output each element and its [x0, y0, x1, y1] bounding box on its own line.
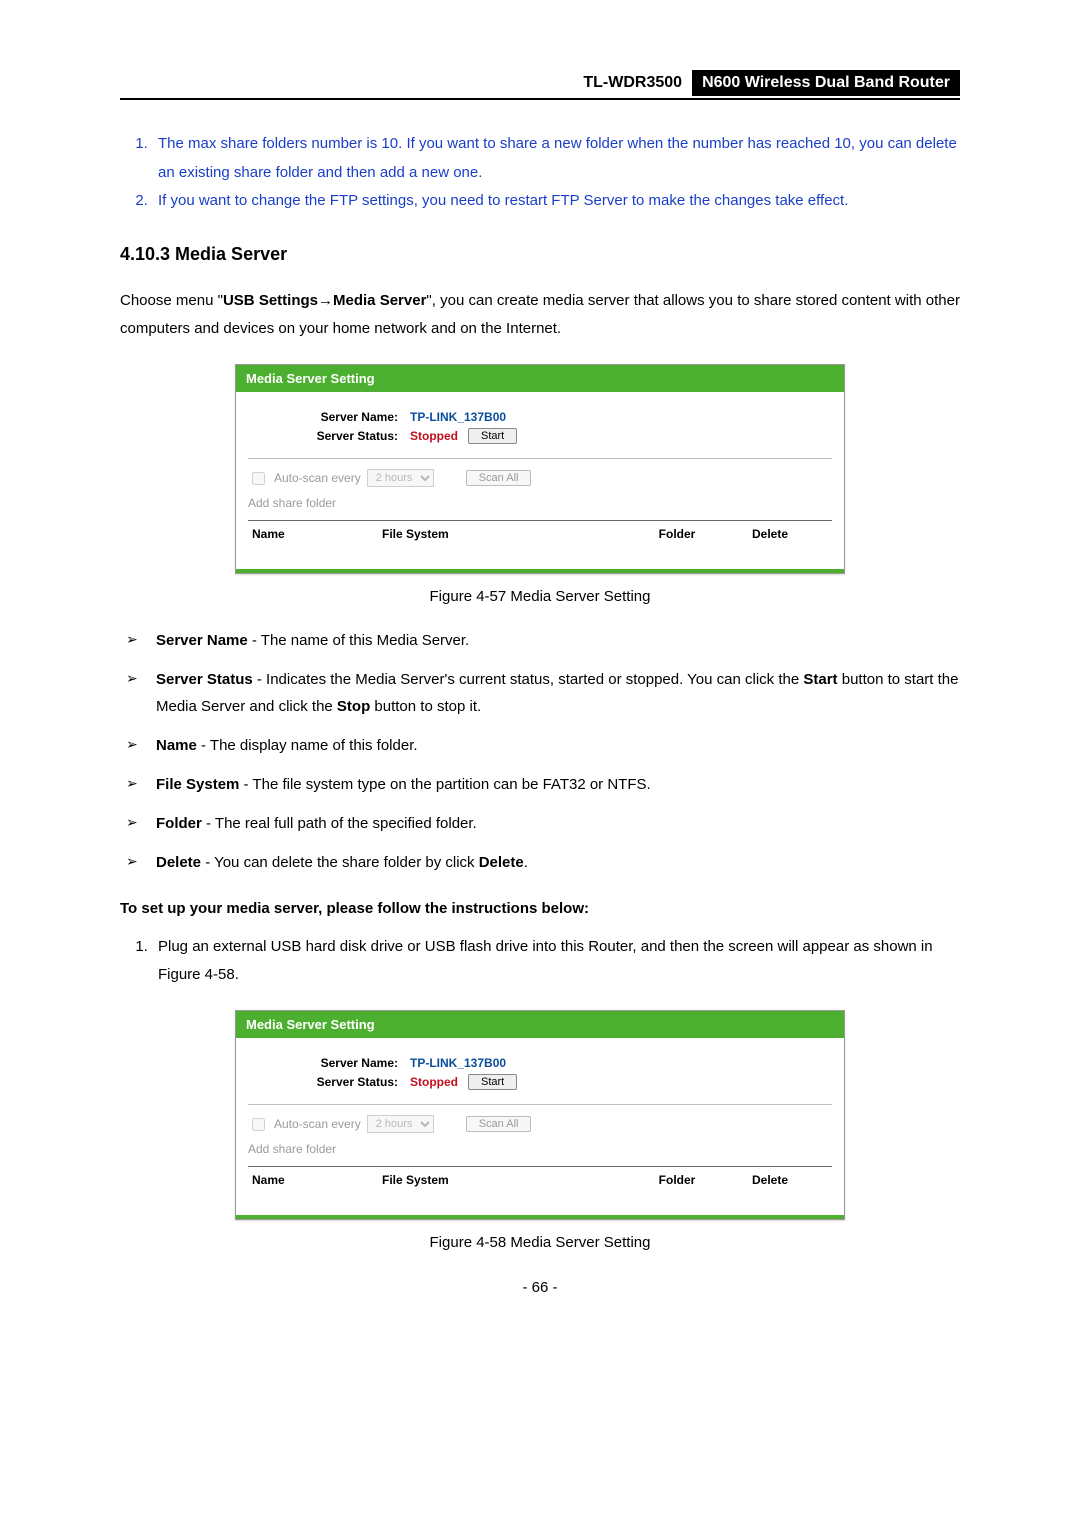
- term-inline: Stop: [337, 698, 370, 715]
- desc: - The file system type on the partition …: [239, 776, 650, 793]
- server-name-label: Server Name:: [248, 1056, 410, 1070]
- page: TL-WDR3500 N600 Wireless Dual Band Route…: [0, 0, 1080, 1527]
- scan-all-button[interactable]: Scan All: [466, 1116, 532, 1132]
- desc: - Indicates the Media Server's current s…: [253, 671, 804, 688]
- column-folder: Folder: [602, 527, 752, 541]
- list-item: File System - The file system type on th…: [120, 765, 960, 804]
- server-status-value: Stopped: [410, 429, 458, 443]
- term: Server Status: [156, 671, 253, 688]
- media-server-panel: Media Server Setting Server Name: TP-LIN…: [235, 1010, 845, 1220]
- column-delete: Delete: [752, 527, 828, 541]
- term-inline: Delete: [479, 854, 524, 871]
- panel-title: Media Server Setting: [236, 365, 844, 392]
- list-item: Delete - You can delete the share folder…: [120, 843, 960, 882]
- server-name-label: Server Name:: [248, 410, 410, 424]
- autoscan-label: Auto-scan every: [274, 471, 361, 485]
- scan-all-button[interactable]: Scan All: [466, 470, 532, 486]
- folder-table-header: Name File System Folder Delete: [248, 520, 832, 563]
- autoscan-interval-select[interactable]: 2 hours: [367, 469, 434, 487]
- note-item: If you want to change the FTP settings, …: [152, 187, 960, 216]
- intro-paragraph: Choose menu "USB Settings→Media Server",…: [120, 287, 960, 344]
- autoscan-checkbox[interactable]: [252, 472, 265, 485]
- start-button[interactable]: Start: [468, 1074, 517, 1090]
- autoscan-interval-select[interactable]: 2 hours: [367, 1115, 434, 1133]
- steps-list: Plug an external USB hard disk drive or …: [120, 933, 960, 990]
- desc: - The display name of this folder.: [197, 737, 418, 754]
- desc: .: [524, 854, 528, 871]
- desc: - You can delete the share folder by cli…: [201, 854, 479, 871]
- panel-footer-bar: [236, 569, 844, 573]
- intro-arrow: →: [318, 292, 333, 309]
- note-item: The max share folders number is 10. If y…: [152, 130, 960, 187]
- column-name: Name: [252, 1173, 382, 1187]
- server-status-label: Server Status:: [248, 429, 410, 443]
- server-name-value: TP-LINK_137B00: [410, 410, 506, 424]
- column-name: Name: [252, 527, 382, 541]
- folder-table-header: Name File System Folder Delete: [248, 1166, 832, 1209]
- panel-title: Media Server Setting: [236, 1011, 844, 1038]
- term-inline: Start: [803, 671, 837, 688]
- section-heading: 4.10.3 Media Server: [120, 244, 960, 265]
- term: Server Name: [156, 632, 248, 649]
- term: Name: [156, 737, 197, 754]
- intro-bold: Media Server: [333, 292, 426, 309]
- page-header: TL-WDR3500 N600 Wireless Dual Band Route…: [120, 70, 960, 100]
- page-number: - 66 -: [120, 1279, 960, 1296]
- start-button[interactable]: Start: [468, 428, 517, 444]
- desc: - The name of this Media Server.: [248, 632, 470, 649]
- server-status-label: Server Status:: [248, 1075, 410, 1089]
- list-item: Server Name - The name of this Media Ser…: [120, 621, 960, 660]
- media-server-panel: Media Server Setting Server Name: TP-LIN…: [235, 364, 845, 574]
- panel-footer-bar: [236, 1215, 844, 1219]
- step-item: Plug an external USB hard disk drive or …: [152, 933, 960, 990]
- column-filesystem: File System: [382, 1173, 602, 1187]
- column-delete: Delete: [752, 1173, 828, 1187]
- term: Folder: [156, 815, 202, 832]
- add-share-folder-link[interactable]: Add share folder: [248, 1142, 832, 1156]
- desc: button to stop it.: [370, 698, 481, 715]
- figure-58-caption: Figure 4-58 Media Server Setting: [120, 1234, 960, 1251]
- definition-list: Server Name - The name of this Media Ser…: [120, 621, 960, 882]
- autoscan-checkbox[interactable]: [252, 1118, 265, 1131]
- column-folder: Folder: [602, 1173, 752, 1187]
- intro-text: Choose menu ": [120, 292, 223, 309]
- server-name-value: TP-LINK_137B00: [410, 1056, 506, 1070]
- autoscan-label: Auto-scan every: [274, 1117, 361, 1131]
- term: File System: [156, 776, 239, 793]
- model-number: TL-WDR3500: [577, 70, 692, 96]
- server-status-value: Stopped: [410, 1075, 458, 1089]
- instructions-heading: To set up your media server, please foll…: [120, 900, 960, 917]
- add-share-folder-link[interactable]: Add share folder: [248, 496, 832, 510]
- notes-list: The max share folders number is 10. If y…: [120, 130, 960, 216]
- intro-bold: USB Settings: [223, 292, 318, 309]
- list-item: Name - The display name of this folder.: [120, 726, 960, 765]
- figure-57-caption: Figure 4-57 Media Server Setting: [120, 588, 960, 605]
- list-item: Folder - The real full path of the speci…: [120, 804, 960, 843]
- column-filesystem: File System: [382, 527, 602, 541]
- panel-separator: [248, 458, 832, 459]
- panel-separator: [248, 1104, 832, 1105]
- desc: - The real full path of the specified fo…: [202, 815, 477, 832]
- term: Delete: [156, 854, 201, 871]
- list-item: Server Status - Indicates the Media Serv…: [120, 660, 960, 726]
- model-description: N600 Wireless Dual Band Router: [692, 70, 960, 96]
